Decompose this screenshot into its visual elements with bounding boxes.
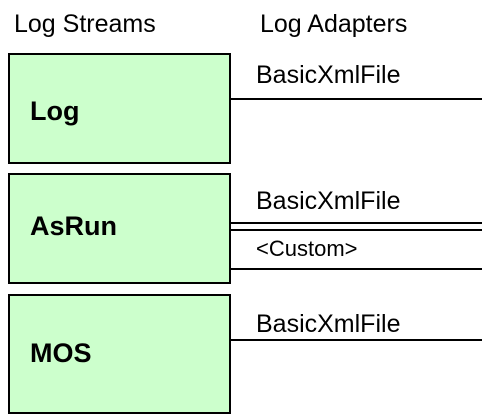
- stream-label-log: Log: [30, 96, 80, 126]
- adapter-mos-basicxmlfile: BasicXmlFile: [256, 310, 401, 338]
- adapter-asrun-custom: <Custom>: [256, 236, 358, 261]
- stream-label-mos: MOS: [30, 338, 92, 368]
- adapter-connector-log: [231, 98, 482, 100]
- adapter-divider-asrun: [231, 229, 482, 231]
- adapter-asrun-basicxmlfile: BasicXmlFile: [256, 187, 401, 215]
- stream-box-asrun: AsRun: [8, 173, 231, 284]
- log-adapters-header: Log Adapters: [260, 10, 408, 38]
- adapter-connector-asrun-2: [231, 268, 482, 270]
- adapter-connector-asrun-1: [231, 222, 482, 224]
- stream-label-asrun: AsRun: [30, 211, 117, 241]
- adapter-connector-mos: [231, 339, 482, 341]
- log-streams-header: Log Streams: [14, 10, 156, 38]
- stream-box-log: Log: [8, 53, 231, 164]
- stream-box-mos: MOS: [8, 294, 231, 414]
- adapter-log-basicxmlfile: BasicXmlFile: [256, 61, 401, 89]
